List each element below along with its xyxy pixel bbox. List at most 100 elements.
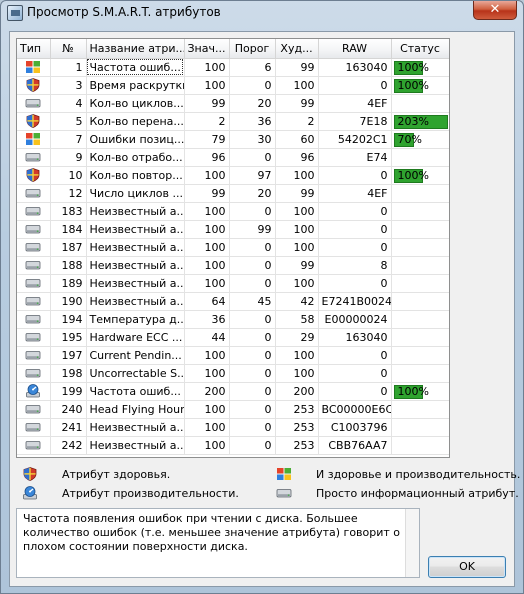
- threshold-cell: 36: [229, 112, 276, 131]
- status-cell: [391, 418, 449, 437]
- raw-cell: 0: [318, 220, 392, 239]
- title-bar[interactable]: Просмотр S.M.A.R.T. атрибутов ✕: [1, 1, 523, 25]
- raw-cell: 0: [318, 166, 392, 185]
- type-cell: [17, 94, 51, 113]
- value-cell: 99: [184, 94, 230, 113]
- gauge-icon: [25, 384, 41, 398]
- type-cell: [17, 436, 51, 455]
- hard-drive-icon: [25, 258, 41, 272]
- window-title: Просмотр S.M.A.R.T. атрибутов: [27, 5, 221, 19]
- id-cell: 194: [50, 310, 87, 329]
- name-cell: Число циклов ...: [86, 184, 185, 203]
- table-row[interactable]: 188 Неизвестный а... 100 0 99 8: [17, 256, 449, 275]
- status-cell: [391, 256, 449, 275]
- name-cell: Частота ошиб...: [86, 58, 185, 77]
- threshold-cell: 0: [229, 76, 276, 95]
- description-text: Частота появления ошибок при чтении с ди…: [23, 512, 401, 553]
- table-row[interactable]: 7 Ошибки позиц... 79 30 60 54202C1 70%: [17, 130, 449, 149]
- type-cell: [17, 364, 51, 383]
- raw-cell: 8: [318, 256, 392, 275]
- table-row[interactable]: 242 Неизвестный а... 100 0 253 CBB76AA7: [17, 436, 449, 455]
- legend-info-label: Просто информационный атрибут.: [316, 487, 519, 500]
- raw-cell: E74: [318, 148, 392, 167]
- hard-drive-icon: [25, 240, 41, 254]
- threshold-cell: 45: [229, 292, 276, 311]
- status-text: 100%: [397, 384, 429, 398]
- status-cell: [391, 436, 449, 455]
- threshold-cell: 0: [229, 310, 276, 329]
- name-cell: Неизвестный а...: [86, 256, 185, 275]
- ok-button[interactable]: OK: [428, 556, 506, 578]
- status-cell: [391, 328, 449, 347]
- table-row[interactable]: 199 Частота ошиб... 200 0 200 0 100%: [17, 382, 449, 401]
- status-text: 100%: [397, 78, 429, 92]
- table-row[interactable]: 190 Неизвестный а... 64 45 42 E7241B0024: [17, 292, 449, 311]
- type-cell: [17, 130, 51, 149]
- id-cell: 188: [50, 256, 87, 275]
- table-row[interactable]: 9 Кол-во отрабо... 96 0 96 E74: [17, 148, 449, 167]
- type-cell: [17, 220, 51, 239]
- table-row[interactable]: 183 Неизвестный а... 100 0 100 0: [17, 202, 449, 221]
- table-row[interactable]: 197 Current Pendin... 100 0 100 0: [17, 346, 449, 365]
- app-icon: [7, 5, 23, 21]
- name-cell: Время раскрутки: [86, 76, 185, 95]
- value-cell: 100: [184, 436, 230, 455]
- table-row[interactable]: 240 Head Flying Hours 100 0 253 BC00000E6C: [17, 400, 449, 419]
- table-row[interactable]: 1 Частота ошиб... 100 6 99 163040 100%: [17, 58, 449, 77]
- windows-flag-icon: [25, 60, 41, 74]
- value-cell: 96: [184, 148, 230, 167]
- value-cell: 36: [184, 310, 230, 329]
- table-row[interactable]: 5 Кол-во перена... 2 36 2 7E18 203%: [17, 112, 449, 131]
- raw-cell: 0: [318, 274, 392, 293]
- description-box[interactable]: Частота появления ошибок при чтении с ди…: [16, 508, 420, 578]
- type-cell: [17, 382, 51, 401]
- id-cell: 189: [50, 274, 87, 293]
- id-cell: 240: [50, 400, 87, 419]
- id-cell: 183: [50, 202, 87, 221]
- threshold-cell: 20: [229, 94, 276, 113]
- table-row[interactable]: 189 Неизвестный а... 100 0 100 0: [17, 274, 449, 293]
- hard-drive-icon: [25, 150, 41, 164]
- name-cell: Current Pendin...: [86, 346, 185, 365]
- table-row[interactable]: 3 Время раскрутки 100 0 100 0 100%: [17, 76, 449, 95]
- table-row[interactable]: 10 Кол-во повтор... 100 97 100 0 100%: [17, 166, 449, 185]
- table-row[interactable]: 12 Число циклов ... 99 20 99 4EF: [17, 184, 449, 203]
- type-cell: [17, 148, 51, 167]
- column-header-raw[interactable]: RAW: [318, 39, 392, 59]
- worst-cell: 99: [275, 256, 319, 275]
- value-cell: 100: [184, 256, 230, 275]
- table-row[interactable]: 4 Кол-во циклов... 99 20 99 4EF: [17, 94, 449, 113]
- type-cell: [17, 202, 51, 221]
- name-cell: Кол-во перена...: [86, 112, 185, 131]
- column-header-name[interactable]: Название атри...: [86, 39, 185, 59]
- table-row[interactable]: 198 Uncorrectable S... 100 0 100 0: [17, 364, 449, 383]
- threshold-cell: 6: [229, 58, 276, 77]
- hard-drive-icon: [25, 294, 41, 308]
- status-cell: [391, 238, 449, 257]
- table-row[interactable]: 195 Hardware ECC ... 44 0 29 163040: [17, 328, 449, 347]
- close-button[interactable]: ✕: [473, 1, 517, 20]
- column-header-status[interactable]: Статус: [391, 39, 449, 59]
- table-row[interactable]: 241 Неизвестный а... 100 0 253 C1003796: [17, 418, 449, 437]
- worst-cell: 42: [275, 292, 319, 311]
- table-row[interactable]: 187 Неизвестный а... 100 0 100 0: [17, 238, 449, 257]
- column-header-number[interactable]: №: [50, 39, 87, 59]
- table-row[interactable]: 184 Неизвестный а... 100 99 100 0: [17, 220, 449, 239]
- raw-cell: 4EF: [318, 94, 392, 113]
- column-header-value[interactable]: Знач...: [184, 39, 230, 59]
- smart-attributes-table[interactable]: Тип № Название атри... Знач... Порог Худ…: [16, 38, 450, 458]
- value-cell: 100: [184, 364, 230, 383]
- windows-flag-icon: [276, 467, 292, 481]
- threshold-cell: 0: [229, 364, 276, 383]
- threshold-cell: 0: [229, 274, 276, 293]
- type-cell: [17, 346, 51, 365]
- column-header-type[interactable]: Тип: [17, 39, 51, 59]
- description-scrollbar[interactable]: [405, 509, 419, 577]
- status-cell: 70%: [391, 130, 449, 149]
- name-cell: Неизвестный а...: [86, 274, 185, 293]
- table-row[interactable]: 194 Температура д... 36 0 58 E00000024: [17, 310, 449, 329]
- column-header-worst[interactable]: Худ...: [275, 39, 319, 59]
- smart-window: Просмотр S.M.A.R.T. атрибутов ✕ Тип № На…: [0, 0, 524, 594]
- column-header-threshold[interactable]: Порог: [229, 39, 276, 59]
- type-cell: [17, 238, 51, 257]
